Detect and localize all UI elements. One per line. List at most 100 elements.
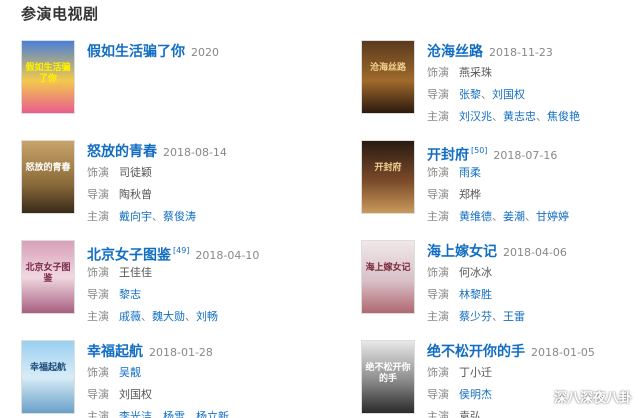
person-link[interactable]: 魏大勋 xyxy=(152,310,185,323)
release-date: 2018-01-05 xyxy=(531,346,595,359)
meta-links: 戚薇、魏大勋、刘畅 xyxy=(119,310,218,323)
person-link[interactable]: 杨立新 xyxy=(196,410,229,418)
meta-row: 导演 郑桦 xyxy=(427,184,640,206)
work-title-link[interactable]: 幸福起航 xyxy=(87,344,143,360)
person-link[interactable]: 张黎 xyxy=(459,88,481,101)
meta-label: 导演 xyxy=(87,188,109,201)
work-title-link[interactable]: 开封府 xyxy=(427,147,469,163)
meta-value: 袁弘 xyxy=(459,410,481,418)
meta-value: 丁小迁 xyxy=(459,366,492,379)
separator: 、 xyxy=(492,110,503,123)
title-row: 幸福起航 2018-01-28 xyxy=(87,340,327,362)
meta-row: 饰演 丁小迁 xyxy=(427,362,640,384)
poster-image[interactable]: 怒放的青春 xyxy=(21,140,75,214)
poster-caption: 假如生活骗了你 xyxy=(25,63,71,84)
person-link[interactable]: 刘畅 xyxy=(196,310,218,323)
meta-links: 吴靓 xyxy=(119,366,141,379)
meta-row: 主演 戴向宇、蔡俊涛 xyxy=(87,206,327,228)
meta-row: 导演 林黎胜 xyxy=(427,284,640,306)
poster-image[interactable]: 开封府 xyxy=(361,140,415,214)
poster-image[interactable]: 沧海丝路 xyxy=(361,40,415,114)
meta-row: 主演 李光洁、杨雪、杨立新 xyxy=(87,406,327,418)
meta-value: 王佳佳 xyxy=(119,266,152,279)
work-title-link[interactable]: 北京女子图鉴 xyxy=(87,247,171,263)
meta-row: 饰演 吴靓 xyxy=(87,362,327,384)
poster-image[interactable]: 北京女子图鉴 xyxy=(21,240,75,314)
work-title-link[interactable]: 绝不松开你的手 xyxy=(427,344,525,360)
tv-work-item: 假如生活骗了你 假如生活骗了你 2020 xyxy=(21,40,321,128)
work-info: 假如生活骗了你 2020 xyxy=(87,40,327,62)
meta-row: 主演 蔡少芬、王雷 xyxy=(427,306,640,328)
title-row: 沧海丝路 2018-11-23 xyxy=(427,40,640,62)
meta-label: 主演 xyxy=(427,310,449,323)
separator: 、 xyxy=(185,410,196,418)
meta-row: 饰演 何冰冰 xyxy=(427,262,640,284)
person-link[interactable]: 杨雪 xyxy=(163,410,185,418)
meta-label: 主演 xyxy=(87,410,109,418)
title-row: 开封府 [50] 2018-07-16 xyxy=(427,140,640,163)
person-link[interactable]: 吴靓 xyxy=(119,366,141,379)
poster-image[interactable]: 海上嫁女记 xyxy=(361,240,415,314)
title-row: 怒放的青春 2018-08-14 xyxy=(87,140,327,162)
person-link[interactable]: 蔡俊涛 xyxy=(163,210,196,223)
meta-label: 主演 xyxy=(87,210,109,223)
person-link[interactable]: 李光洁 xyxy=(119,410,152,418)
meta-row: 导演 张黎、刘国权 xyxy=(427,84,640,106)
separator: 、 xyxy=(525,210,536,223)
poster-image[interactable]: 假如生活骗了你 xyxy=(21,40,75,114)
work-info: 海上嫁女记 2018-04-06 饰演 何冰冰 导演 林黎胜 主演 蔡少芬、王雷 xyxy=(427,240,640,328)
meta-row: 饰演 司徒颖 xyxy=(87,162,327,184)
meta-links: 黄维德、姜潮、甘婷婷 xyxy=(459,210,569,223)
meta-links: 林黎胜 xyxy=(459,288,492,301)
separator: 、 xyxy=(185,310,196,323)
work-title-link[interactable]: 海上嫁女记 xyxy=(427,244,497,260)
meta-label: 导演 xyxy=(87,288,109,301)
title-row: 北京女子图鉴 [49] 2018-04-10 xyxy=(87,240,327,263)
poster-caption: 开封府 xyxy=(374,163,402,173)
person-link[interactable]: 雨柔 xyxy=(459,166,481,179)
separator: 、 xyxy=(492,310,503,323)
meta-links: 蔡少芬、王雷 xyxy=(459,310,525,323)
person-link[interactable]: 黄维德 xyxy=(459,210,492,223)
reference-link[interactable]: [50] xyxy=(471,146,487,155)
person-link[interactable]: 戴向宇 xyxy=(119,210,152,223)
meta-label: 导演 xyxy=(427,188,449,201)
meta-value: 司徒颖 xyxy=(119,166,152,179)
meta-label: 饰演 xyxy=(87,266,109,279)
person-link[interactable]: 姜潮 xyxy=(503,210,525,223)
person-link[interactable]: 林黎胜 xyxy=(459,288,492,301)
work-title-link[interactable]: 沧海丝路 xyxy=(427,44,483,60)
release-date: 2018-04-10 xyxy=(195,249,260,263)
separator: 、 xyxy=(492,210,503,223)
poster-caption: 怒放的青春 xyxy=(25,163,71,173)
meta-value: 燕采珠 xyxy=(459,66,492,79)
reference-link[interactable]: [49] xyxy=(173,246,189,255)
meta-label: 饰演 xyxy=(87,166,109,179)
poster-image[interactable]: 幸福起航 xyxy=(21,340,75,414)
meta-row: 饰演 雨柔 xyxy=(427,162,640,184)
person-link[interactable]: 刘汉兆 xyxy=(459,110,492,123)
meta-links: 黎志 xyxy=(119,288,141,301)
person-link[interactable]: 刘国权 xyxy=(492,88,525,101)
meta-row: 导演 黎志 xyxy=(87,284,327,306)
poster-image[interactable]: 绝不松开你的手 xyxy=(361,340,415,414)
person-link[interactable]: 王雷 xyxy=(503,310,525,323)
tv-work-item: 开封府 开封府 [50] 2018-07-16 饰演 雨柔 导演 郑桦 主演 黄维德、姜潮、甘婷婷 xyxy=(361,140,640,228)
person-link[interactable]: 蔡少芬 xyxy=(459,310,492,323)
person-link[interactable]: 甘婷婷 xyxy=(536,210,569,223)
person-link[interactable]: 黄志忠 xyxy=(503,110,536,123)
separator: 、 xyxy=(152,410,163,418)
meta-label: 导演 xyxy=(427,388,449,401)
tv-work-item: 海上嫁女记 海上嫁女记 2018-04-06 饰演 何冰冰 导演 林黎胜 主演 蔡少芬、王雷 xyxy=(361,240,640,328)
meta-row: 主演 黄维德、姜潮、甘婷婷 xyxy=(427,206,640,228)
person-link[interactable]: 黎志 xyxy=(119,288,141,301)
person-link[interactable]: 戚薇 xyxy=(119,310,141,323)
person-link[interactable]: 侯明杰 xyxy=(459,388,492,401)
work-title-link[interactable]: 怒放的青春 xyxy=(87,144,157,160)
meta-links: 戴向宇、蔡俊涛 xyxy=(119,210,196,223)
meta-label: 饰演 xyxy=(427,266,449,279)
separator: 、 xyxy=(481,88,492,101)
work-title-link[interactable]: 假如生活骗了你 xyxy=(87,44,185,60)
person-link[interactable]: 焦俊艳 xyxy=(547,110,580,123)
work-info: 幸福起航 2018-01-28 饰演 吴靓 导演 刘国权 主演 李光洁、杨雪、杨立新 xyxy=(87,340,327,418)
